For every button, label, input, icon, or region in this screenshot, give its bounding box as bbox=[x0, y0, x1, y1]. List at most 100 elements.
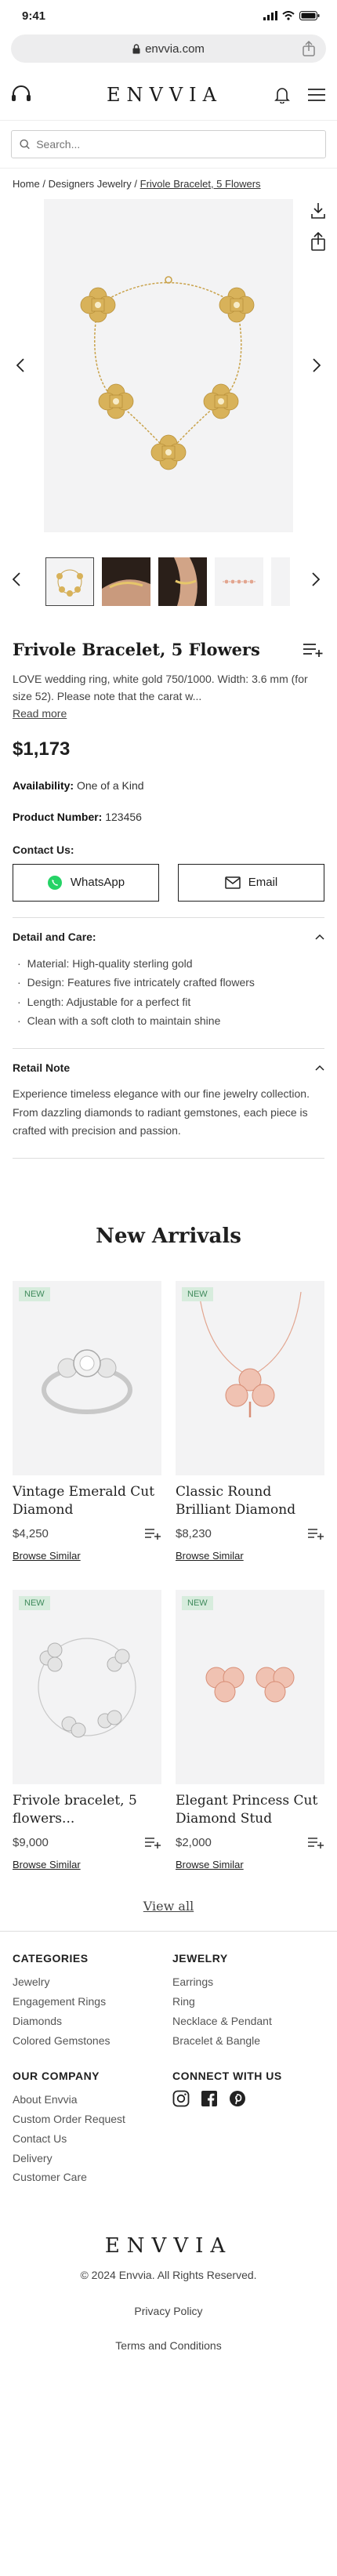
product-card: NEW Vintage Emerald Cut Diamond Engageme… bbox=[13, 1281, 161, 1563]
product-card-image[interactable]: NEW bbox=[176, 1590, 324, 1785]
add-to-list-icon[interactable] bbox=[144, 1837, 161, 1849]
footer-link[interactable]: Ring bbox=[172, 1992, 324, 2012]
instagram-icon[interactable] bbox=[172, 2090, 190, 2107]
view-all-link[interactable]: View all bbox=[0, 1899, 337, 1914]
share-icon[interactable] bbox=[303, 41, 315, 56]
product-card-price: $2,000 bbox=[176, 1836, 212, 1850]
divider bbox=[13, 1158, 324, 1159]
footer-link[interactable]: Bracelet & Bangle bbox=[172, 2031, 324, 2051]
footer-link[interactable]: Engagement Rings bbox=[13, 1992, 165, 2012]
footer-link[interactable]: Colored Gemstones bbox=[13, 2031, 165, 2051]
facebook-icon[interactable] bbox=[201, 2090, 218, 2107]
new-badge: NEW bbox=[182, 1287, 213, 1302]
product-card-name[interactable]: Frivole bracelet, 5 flowers... bbox=[13, 1792, 161, 1828]
availability-label: Availability: bbox=[13, 778, 74, 792]
chevron-left-icon bbox=[16, 358, 24, 372]
whatsapp-button[interactable]: WhatsApp bbox=[13, 863, 159, 902]
share-icon[interactable] bbox=[310, 232, 326, 251]
thumbs-prev-button[interactable] bbox=[13, 572, 20, 586]
pinterest-icon[interactable] bbox=[229, 2090, 246, 2107]
footer-link[interactable]: Diamonds bbox=[13, 2012, 165, 2031]
wrist-thumbnail bbox=[102, 579, 150, 606]
site-logo[interactable]: ENVVIA bbox=[107, 84, 223, 106]
retail-text: Experience timeless elegance with our fi… bbox=[13, 1087, 310, 1137]
product-card-name[interactable]: Elegant Princess Cut Diamond Stud Earrin… bbox=[176, 1792, 324, 1828]
retail-accordion-header[interactable]: Retail Note bbox=[13, 1061, 324, 1074]
email-button[interactable]: Email bbox=[178, 863, 324, 902]
product-title: Frivole Bracelet, 5 Flowers bbox=[13, 640, 260, 659]
availability-value: One of a Kind bbox=[76, 778, 144, 792]
ios-status-bar: 9:41 bbox=[0, 0, 337, 31]
product-card-name[interactable]: Vintage Emerald Cut Diamond Engagement..… bbox=[13, 1483, 161, 1519]
add-to-list-icon[interactable] bbox=[307, 1837, 324, 1849]
add-to-list-icon[interactable] bbox=[307, 1528, 324, 1540]
breadcrumb-home[interactable]: Home bbox=[13, 178, 40, 190]
chevron-right-icon bbox=[313, 358, 321, 372]
footer-link[interactable]: Earrings bbox=[172, 1972, 324, 1992]
whatsapp-icon bbox=[47, 875, 62, 890]
new-badge: NEW bbox=[19, 1596, 50, 1611]
search-box[interactable] bbox=[11, 130, 326, 158]
product-description: LOVE wedding ring, white gold 750/1000. … bbox=[13, 673, 308, 703]
download-icon[interactable] bbox=[310, 202, 326, 220]
footer-link[interactable]: Contact Us bbox=[13, 2129, 165, 2149]
browse-similar-link[interactable]: Browse Similar bbox=[13, 1859, 81, 1870]
product-number-label: Product Number: bbox=[13, 810, 103, 823]
footer-link[interactable]: Necklace & Pendant bbox=[172, 2012, 324, 2031]
list-item: Material: High-quality sterling gold bbox=[13, 954, 324, 974]
detail-heading: Detail and Care: bbox=[13, 930, 96, 943]
product-card-image[interactable]: NEW bbox=[13, 1281, 161, 1476]
add-to-list-icon[interactable] bbox=[144, 1528, 161, 1540]
product-card-name[interactable]: Classic Round Brilliant Diamond Solitair… bbox=[176, 1483, 324, 1519]
search-icon bbox=[20, 139, 30, 150]
browse-similar-link[interactable]: Browse Similar bbox=[176, 1550, 244, 1562]
necklace-image bbox=[198, 1292, 302, 1418]
lock-icon bbox=[132, 43, 140, 53]
whatsapp-label: WhatsApp bbox=[70, 876, 125, 890]
read-more-link[interactable]: Read more bbox=[13, 707, 67, 720]
status-icons bbox=[263, 11, 320, 20]
breadcrumb-current[interactable]: Frivole Bracelet, 5 Flowers bbox=[140, 178, 261, 190]
product-card-image[interactable]: NEW bbox=[13, 1590, 161, 1785]
footer-link[interactable]: Custom Order Request bbox=[13, 2110, 165, 2129]
browse-similar-link[interactable]: Browse Similar bbox=[13, 1550, 81, 1562]
add-to-list-icon[interactable] bbox=[303, 642, 324, 658]
chevron-up-icon bbox=[315, 934, 324, 940]
retail-accordion: Retail Note Experience timeless elegance… bbox=[13, 1047, 324, 1141]
footer-link[interactable]: Delivery bbox=[13, 2149, 165, 2168]
gallery-next-button[interactable] bbox=[307, 356, 326, 375]
footer-link[interactable]: Customer Care bbox=[13, 2168, 165, 2187]
footer-logo[interactable]: ENVVIA bbox=[13, 2234, 324, 2258]
footer-link[interactable]: About Envvia bbox=[13, 2090, 165, 2110]
list-item: Clean with a soft cloth to maintain shin… bbox=[13, 1011, 324, 1031]
thumbnail[interactable] bbox=[158, 557, 207, 606]
thumbnail[interactable] bbox=[271, 557, 290, 606]
terms-link[interactable]: Terms and Conditions bbox=[13, 2339, 324, 2352]
product-main-image[interactable] bbox=[44, 199, 293, 532]
availability: Availability: One of a Kind bbox=[13, 779, 324, 792]
mail-icon bbox=[224, 876, 241, 889]
bracelet-image bbox=[38, 1638, 136, 1738]
thumbnail[interactable] bbox=[45, 557, 94, 606]
privacy-policy-link[interactable]: Privacy Policy bbox=[13, 2305, 324, 2317]
menu-icon[interactable] bbox=[307, 88, 326, 102]
breadcrumb-category[interactable]: Designers Jewelry bbox=[49, 178, 132, 190]
new-arrivals-grid: NEW Vintage Emerald Cut Diamond Engageme… bbox=[0, 1281, 337, 1872]
retail-heading: Retail Note bbox=[13, 1061, 71, 1074]
browser-url-bar[interactable]: envvia.com bbox=[11, 34, 326, 63]
bell-icon[interactable] bbox=[274, 86, 290, 103]
email-label: Email bbox=[248, 876, 278, 890]
browse-similar-link[interactable]: Browse Similar bbox=[176, 1859, 244, 1870]
product-card-price: $8,230 bbox=[176, 1527, 212, 1541]
search-input[interactable] bbox=[36, 138, 317, 151]
product-card-image[interactable]: NEW bbox=[176, 1281, 324, 1476]
gallery-prev-button[interactable] bbox=[11, 356, 30, 375]
thumbnail[interactable] bbox=[215, 557, 263, 606]
support-headset-icon[interactable] bbox=[11, 85, 31, 104]
list-item: Design: Features five intricately crafte… bbox=[13, 973, 324, 992]
list-item: Length: Adjustable for a perfect fit bbox=[13, 992, 324, 1012]
thumbs-next-button[interactable] bbox=[312, 572, 320, 586]
footer-link[interactable]: Jewelry bbox=[13, 1972, 165, 1992]
thumbnail[interactable] bbox=[102, 557, 150, 606]
detail-accordion-header[interactable]: Detail and Care: bbox=[13, 931, 324, 943]
